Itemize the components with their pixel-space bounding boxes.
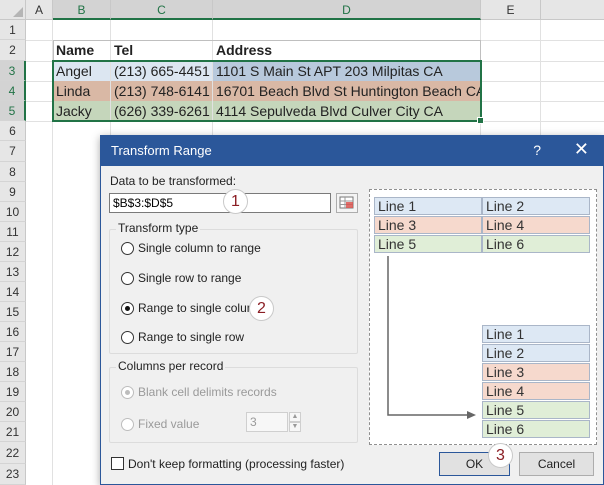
cell-name[interactable]: Jacky bbox=[53, 101, 110, 121]
row-header-16[interactable]: 16 bbox=[0, 322, 26, 342]
dialog-titlebar[interactable]: Transform Range ? ✕ bbox=[101, 136, 603, 166]
radio-label: Blank cell delimits records bbox=[138, 385, 277, 399]
row-header-22[interactable]: 22 bbox=[0, 442, 26, 464]
column-header-f bbox=[541, 0, 604, 20]
row-header-4[interactable]: 4 bbox=[0, 81, 26, 101]
radio-label: Range to single column bbox=[138, 301, 264, 315]
transform-range-dialog: Transform Range ? ✕ Data to be transform… bbox=[100, 135, 604, 485]
column-header-c[interactable]: C bbox=[111, 0, 213, 20]
spin-up-icon: ▲ bbox=[289, 412, 301, 422]
dont-keep-formatting-label: Don't keep formatting (processing faster… bbox=[128, 457, 345, 471]
radio-label: Single column to range bbox=[138, 241, 261, 255]
close-icon[interactable]: ✕ bbox=[574, 139, 589, 160]
dialog-title: Transform Range bbox=[111, 143, 212, 158]
row-header-12[interactable]: 12 bbox=[0, 242, 26, 262]
table-header-address[interactable]: Address bbox=[213, 40, 480, 61]
column-header-b[interactable]: B bbox=[53, 0, 111, 20]
radio-label: Single row to range bbox=[138, 271, 242, 285]
row-header-18[interactable]: 18 bbox=[0, 362, 26, 382]
column-header-e[interactable]: E bbox=[481, 0, 541, 20]
row-header-17[interactable]: 17 bbox=[0, 342, 26, 362]
row-header-8[interactable]: 8 bbox=[0, 162, 26, 182]
radio-button[interactable] bbox=[121, 331, 134, 344]
cell-tel[interactable]: (213) 665-4451 bbox=[111, 61, 212, 81]
cell-address[interactable]: 16701 Beach Blvd St Huntington Beach CA bbox=[213, 81, 480, 101]
row-header-2[interactable]: 2 bbox=[0, 40, 26, 61]
row-header-9[interactable]: 9 bbox=[0, 182, 26, 202]
step-marker-1: 1 bbox=[223, 189, 248, 214]
cell-address[interactable]: 4114 Sepulveda Blvd Culver City CA bbox=[213, 101, 480, 121]
transform-type-title: Transform type bbox=[116, 221, 201, 235]
dont-keep-formatting-checkbox[interactable] bbox=[111, 457, 124, 470]
radio-button[interactable] bbox=[121, 272, 134, 285]
cell-address[interactable]: 1101 S Main St APT 203 Milpitas CA bbox=[213, 61, 480, 81]
columns-per-record-group: Columns per record bbox=[109, 359, 358, 443]
radio-button bbox=[121, 418, 134, 431]
radio-button[interactable] bbox=[121, 302, 134, 315]
gridline bbox=[26, 121, 604, 122]
row-header-3[interactable]: 3 bbox=[0, 61, 26, 81]
row-header-5[interactable]: 5 bbox=[0, 101, 26, 121]
table-header-tel[interactable]: Tel bbox=[111, 40, 212, 61]
cancel-button[interactable]: Cancel bbox=[519, 452, 594, 476]
row-header-6[interactable]: 6 bbox=[0, 121, 26, 141]
row-header-7[interactable]: 7 bbox=[0, 141, 26, 162]
radio-button[interactable] bbox=[121, 242, 134, 255]
range-picker-icon bbox=[339, 196, 354, 209]
row-header-15[interactable]: 15 bbox=[0, 302, 26, 322]
table-header-name[interactable]: Name bbox=[53, 40, 110, 61]
data-to-transform-label: Data to be transformed: bbox=[110, 174, 237, 188]
transform-arrow-icon bbox=[387, 256, 476, 419]
column-header-d[interactable]: D bbox=[213, 0, 481, 20]
cell-tel[interactable]: (626) 339-6261 bbox=[111, 101, 212, 121]
step-marker-2: 2 bbox=[249, 296, 274, 321]
row-header-1[interactable]: 1 bbox=[0, 20, 26, 40]
radio-label: Fixed value bbox=[138, 417, 200, 431]
row-header-20[interactable]: 20 bbox=[0, 402, 26, 422]
help-icon[interactable]: ? bbox=[533, 142, 541, 158]
row-header-19[interactable]: 19 bbox=[0, 382, 26, 402]
spin-down-icon: ▼ bbox=[289, 422, 301, 432]
row-header-13[interactable]: 13 bbox=[0, 262, 26, 282]
row-header-10[interactable]: 10 bbox=[0, 202, 26, 222]
row-header-14[interactable]: 14 bbox=[0, 282, 26, 302]
cell-tel[interactable]: (213) 748-6141 bbox=[111, 81, 212, 101]
row-header-11[interactable]: 11 bbox=[0, 222, 26, 242]
step-marker-3: 3 bbox=[488, 443, 513, 468]
radio-button bbox=[121, 386, 134, 399]
row-header-21[interactable]: 21 bbox=[0, 422, 26, 442]
cell-name[interactable]: Angel bbox=[53, 61, 110, 81]
range-input[interactable] bbox=[109, 193, 331, 213]
range-select-button[interactable] bbox=[336, 193, 358, 213]
cell-name[interactable]: Linda bbox=[53, 81, 110, 101]
preview-panel: Line 1 Line 2 Line 3 Line 4 Line 5 Line … bbox=[369, 189, 597, 445]
fixed-value-input bbox=[246, 412, 288, 432]
columns-per-record-title: Columns per record bbox=[116, 359, 226, 373]
radio-label: Range to single row bbox=[138, 330, 245, 344]
column-header-a[interactable]: A bbox=[26, 0, 53, 20]
select-all-corner[interactable] bbox=[0, 0, 26, 20]
row-header-23[interactable]: 23 bbox=[0, 464, 26, 485]
